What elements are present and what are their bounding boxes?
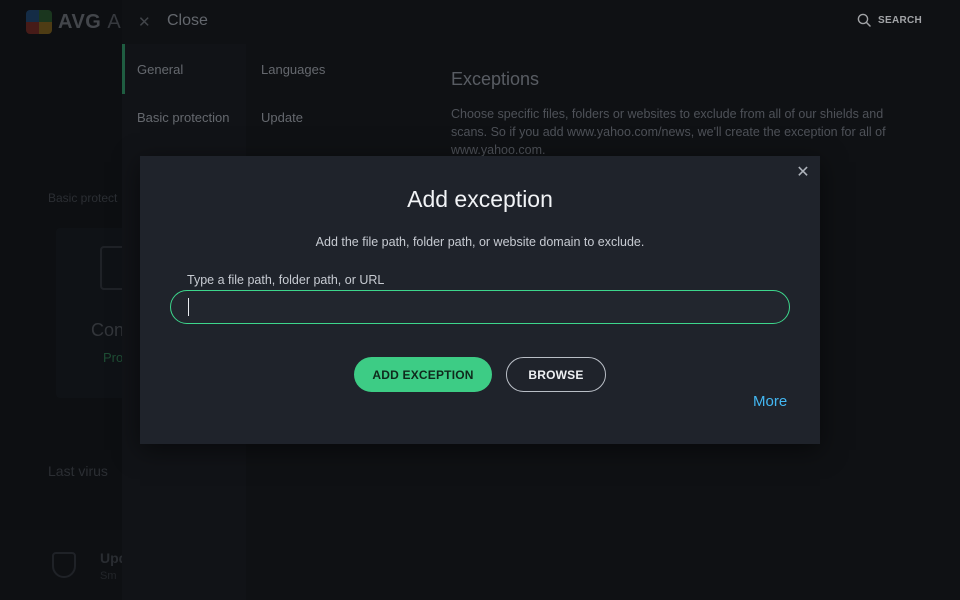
add-exception-button[interactable]: ADD EXCEPTION [354, 357, 492, 392]
close-icon[interactable]: ✕ [794, 164, 812, 182]
add-exception-dialog: ✕ Add exception Add the file path, folde… [140, 156, 820, 444]
dialog-title: Add exception [407, 186, 553, 212]
path-field-label: Type a file path, folder path, or URL [187, 273, 385, 287]
text-caret [188, 298, 189, 316]
path-input[interactable] [170, 290, 790, 324]
browse-button[interactable]: BROWSE [506, 357, 606, 392]
dialog-subtitle: Add the file path, folder path, or websi… [315, 235, 645, 249]
more-link[interactable]: More [753, 393, 787, 410]
